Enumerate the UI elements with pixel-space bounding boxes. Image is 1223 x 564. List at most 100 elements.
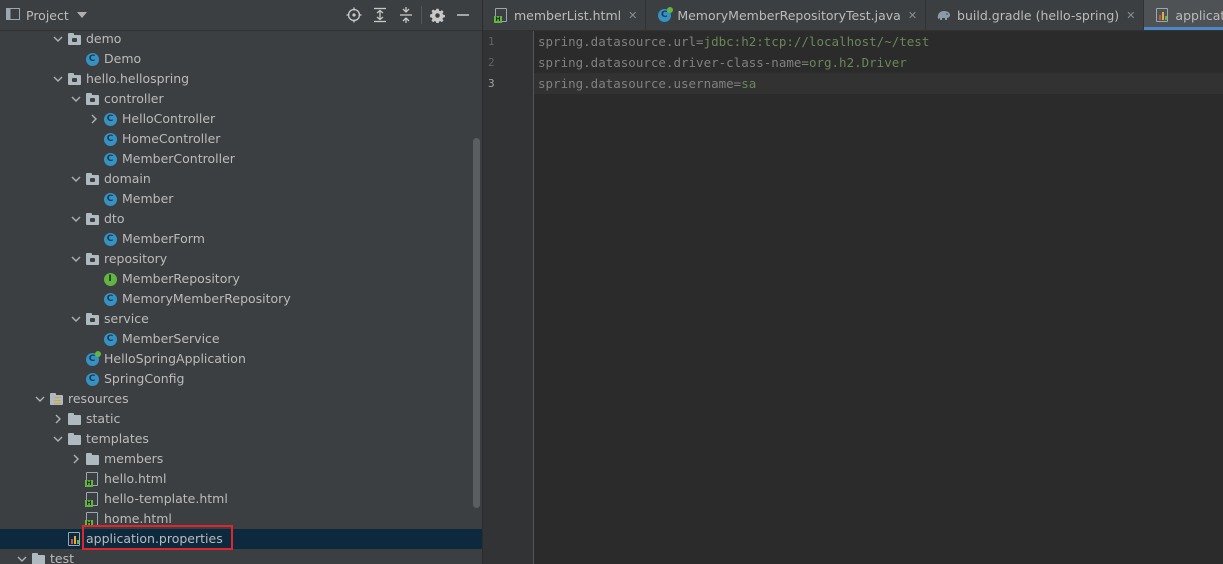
property-key: spring.datasource.url (538, 34, 697, 49)
package-folder-icon (84, 211, 100, 227)
chevron-down-icon[interactable] (32, 389, 48, 409)
tree-item-application-properties[interactable]: application.properties (0, 529, 482, 549)
tree-item-memberrepository[interactable]: I MemberRepository (0, 269, 482, 289)
tree-item-templates[interactable]: templates (0, 429, 482, 449)
tree-scrollbar-thumb[interactable] (473, 138, 480, 508)
chevron-down-icon[interactable] (68, 309, 84, 329)
chevron-down-icon[interactable] (50, 429, 66, 449)
tree-item-service[interactable]: service (0, 309, 482, 329)
tree-item-hello-hellospring[interactable]: hello.hellospring (0, 69, 482, 89)
chevron-down-icon[interactable] (68, 89, 84, 109)
editor-tab-build-gradle-hello-spring[interactable]: build.gradle (hello-spring) ✕ (926, 0, 1145, 30)
folder-icon (84, 451, 100, 467)
code-area[interactable]: 123 spring.datasource.url=jdbc:h2:tcp://… (483, 31, 1223, 564)
chevron-right-icon[interactable] (86, 109, 102, 129)
expand-all-icon[interactable] (367, 4, 393, 26)
chevron-right-icon[interactable] (68, 449, 84, 469)
chevron-down-icon[interactable] (68, 249, 84, 269)
tree-item-hello-html[interactable]: Hhello.html (0, 469, 482, 489)
package-folder-icon (84, 251, 100, 267)
resources-folder-icon (48, 391, 64, 407)
tree-item-test[interactable]: test (0, 549, 482, 564)
close-icon[interactable]: ✕ (1126, 9, 1135, 22)
java-class-icon: C (102, 111, 118, 127)
tree-item-hellospringapplication[interactable]: C HelloSpringApplication (0, 349, 482, 369)
tree-item-label: service (104, 311, 149, 326)
chevron-down-icon[interactable] (14, 549, 30, 564)
chevron-down-icon[interactable] (68, 209, 84, 229)
tree-item-label: SpringConfig (104, 371, 185, 386)
code-line[interactable]: spring.datasource.username=sa (534, 73, 1223, 94)
tab-label: application.properties (1175, 7, 1223, 23)
tree-item-label: MemoryMemberRepository (122, 291, 291, 306)
tree-item-label: Member (122, 191, 174, 206)
tree-item-label: MemberService (122, 331, 220, 346)
java-class-icon: C (84, 371, 100, 387)
package-folder-icon (66, 31, 82, 47)
tree-item-members[interactable]: members (0, 449, 482, 469)
code-line[interactable]: spring.datasource.driver-class-name=org.… (534, 52, 1223, 73)
locate-icon[interactable] (341, 4, 367, 26)
java-class-icon: C (102, 331, 118, 347)
html-file-icon: H (493, 8, 509, 23)
editor-tab-bar: HmemberList.html ✕ C MemoryMemberRepository… (483, 0, 1223, 31)
tree-item-dto[interactable]: dto (0, 209, 482, 229)
tree-item-hellocontroller[interactable]: C HelloController (0, 109, 482, 129)
tree-item-repository[interactable]: repository (0, 249, 482, 269)
project-panel: Project demo C Demo hello.hellospring co… (0, 0, 483, 564)
settings-gear-icon[interactable] (424, 4, 450, 26)
tree-item-label: MemberForm (122, 231, 205, 246)
collapse-all-icon[interactable] (393, 4, 419, 26)
chevron-down-icon (76, 12, 87, 18)
tree-item-domain[interactable]: domain (0, 169, 482, 189)
tree-item-homecontroller[interactable]: C HomeController (0, 129, 482, 149)
chevron-down-icon[interactable] (68, 169, 84, 189)
hide-minus-icon[interactable] (450, 4, 476, 26)
property-value: org.h2.Driver (808, 55, 907, 70)
chevron-right-icon[interactable] (50, 409, 66, 429)
tree-item-member[interactable]: C Member (0, 189, 482, 209)
code-lines[interactable]: spring.datasource.url=jdbc:h2:tcp://loca… (534, 31, 1223, 94)
java-class-icon: C (102, 131, 118, 147)
tree-item-label: static (86, 411, 121, 426)
chevron-down-icon[interactable] (50, 29, 66, 49)
tree-item-demo[interactable]: demo (0, 29, 482, 49)
tree-item-label: HomeController (122, 131, 221, 146)
folder-icon (66, 431, 82, 447)
tree-item-membercontroller[interactable]: C MemberController (0, 149, 482, 169)
tree-item-memorymemberrepository[interactable]: C MemoryMemberRepository (0, 289, 482, 309)
code-line[interactable]: spring.datasource.url=jdbc:h2:tcp://loca… (534, 31, 1223, 52)
java-class-icon: C (102, 151, 118, 167)
tree-item-home-html[interactable]: Hhome.html (0, 509, 482, 529)
editor-tab-memorymemberrepositorytest-java[interactable]: C MemoryMemberRepositoryTest.java ✕ (646, 0, 927, 30)
tree-item-controller[interactable]: controller (0, 89, 482, 109)
tree-item-label: Demo (104, 51, 142, 66)
package-folder-icon (84, 311, 100, 327)
tree-item-label: repository (104, 251, 168, 266)
tree-item-demo[interactable]: C Demo (0, 49, 482, 69)
close-icon[interactable]: ✕ (908, 9, 917, 22)
spring-boot-app-class-icon: C (84, 350, 101, 367)
tree-item-springconfig[interactable]: C SpringConfig (0, 369, 482, 389)
package-folder-icon (66, 71, 82, 87)
close-icon[interactable]: ✕ (628, 9, 637, 22)
chevron-down-icon[interactable] (50, 69, 66, 89)
tree-item-label: hello.html (104, 471, 167, 486)
folder-icon (30, 551, 46, 564)
editor-tab-application-properties[interactable]: application.properties✕ (1144, 0, 1223, 30)
tree-item-hello-template-html[interactable]: Hhello-template.html (0, 489, 482, 509)
tree-item-memberservice[interactable]: C MemberService (0, 329, 482, 349)
properties-file-icon (66, 531, 82, 547)
html-file-icon: H (84, 471, 100, 487)
tree-item-label: home.html (104, 511, 172, 526)
project-view-selector[interactable]: Project (0, 7, 87, 23)
tree-item-resources[interactable]: resources (0, 389, 482, 409)
tree-item-label: HelloController (122, 111, 216, 126)
editor-area: HmemberList.html ✕ C MemoryMemberRepository… (483, 0, 1223, 564)
tree-item-label: MemberController (122, 151, 235, 166)
tree-item-memberform[interactable]: C MemberForm (0, 229, 482, 249)
tree-item-label: controller (104, 91, 164, 106)
tree-item-label: templates (86, 431, 149, 446)
tree-item-static[interactable]: static (0, 409, 482, 429)
editor-tab-memberlist-html[interactable]: HmemberList.html ✕ (483, 0, 647, 30)
